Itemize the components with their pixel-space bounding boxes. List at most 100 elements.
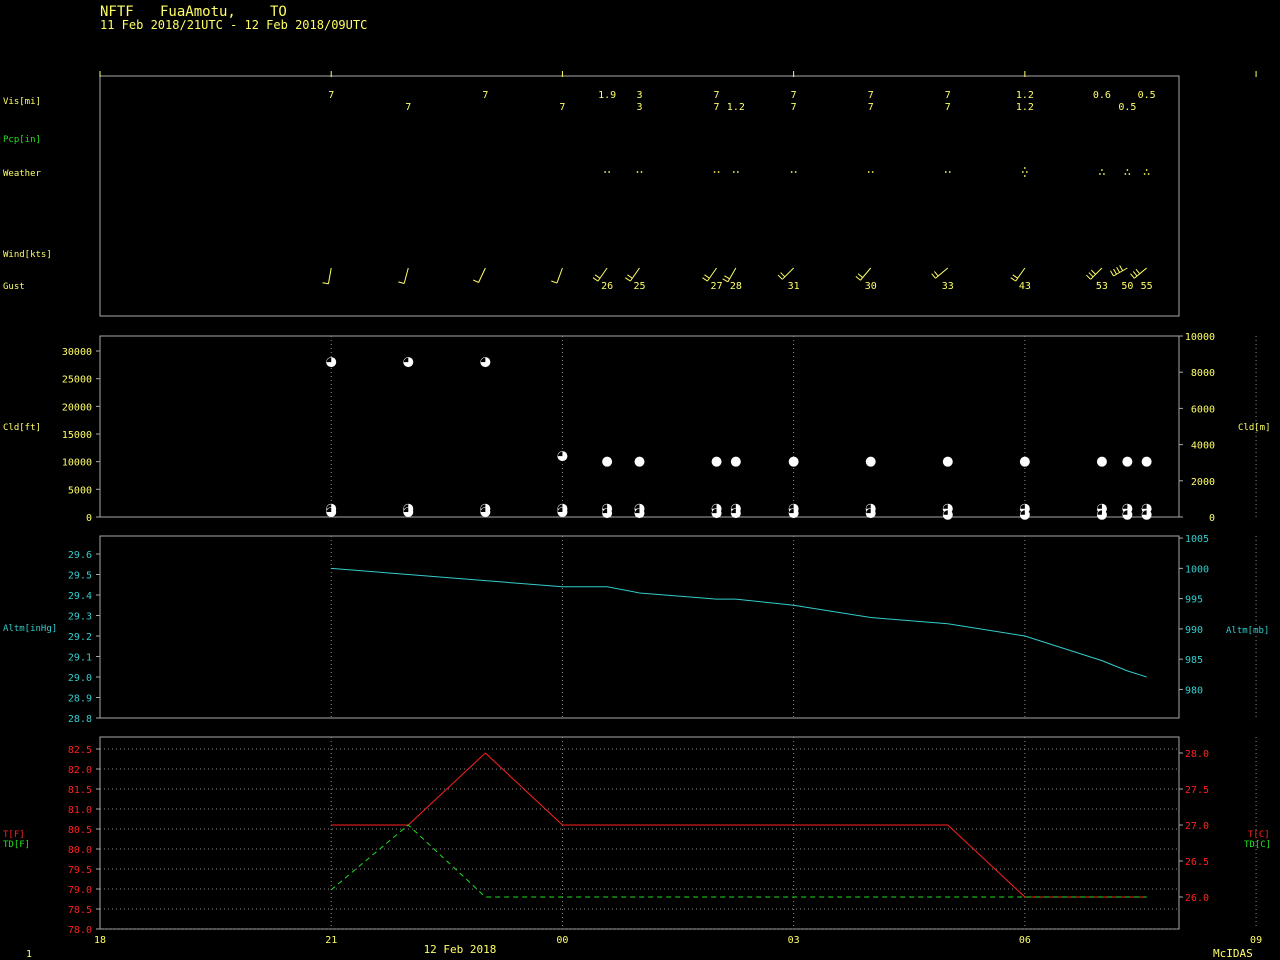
cloud-y2-tick-label: 0: [1209, 513, 1215, 524]
altm-ylabel-left: Altm[inHg]: [3, 624, 57, 634]
vis-top-value: 0.6: [1093, 90, 1111, 101]
temp-y2-tick-label: 27.0: [1185, 821, 1209, 832]
vis-top-value: 7: [714, 90, 720, 101]
wind-barb-flag: [777, 274, 783, 280]
cloud-symbol: [1141, 456, 1152, 467]
cloud-y2-tick-label: 6000: [1191, 404, 1215, 415]
rain-dot: [1021, 171, 1024, 173]
temp-y-tick-label: 81.5: [68, 785, 92, 796]
rain-dot: [736, 171, 739, 173]
temp-y2-tick-label: 28.0: [1185, 749, 1209, 760]
wind-barb-staff: [860, 267, 872, 281]
cloud-symbol: [788, 456, 799, 467]
rain-dot: [640, 171, 643, 173]
temp-y-tick-label: 78.5: [68, 905, 92, 916]
gust-value: 27: [711, 281, 723, 292]
wind-barb-flag: [855, 276, 861, 281]
temp-y-tick-label: 82.5: [68, 745, 92, 756]
wind-barb-staff: [556, 267, 563, 284]
gust-value: 55: [1141, 281, 1153, 292]
x-tick-label: 18: [94, 935, 106, 946]
cloud-symbol: [1096, 456, 1107, 467]
wind-barb-flag: [1119, 265, 1124, 271]
cloud-y2-tick-label: 4000: [1191, 441, 1215, 452]
cloud-cover-wedge: [712, 504, 717, 509]
x-tick-label: 21: [325, 935, 337, 946]
wind-barb-flag: [551, 280, 558, 284]
vis-bottom-value: 1.2: [727, 102, 745, 113]
rain-dot: [871, 171, 874, 173]
rain-dot: [794, 171, 797, 173]
cloud-y2-tick-label: 2000: [1191, 477, 1215, 488]
wind-barb-flag: [1088, 272, 1094, 278]
cloud-cover-wedge: [1020, 504, 1025, 509]
rain-dot: [1023, 175, 1026, 177]
vis-bottom-value: 1.2: [1016, 102, 1034, 113]
x-tick-label: 09: [1250, 935, 1262, 946]
wind-barb-flag: [625, 277, 631, 282]
wind-barb-flag: [780, 272, 786, 278]
rain-dot: [1025, 171, 1028, 173]
wind-barb-flag: [722, 278, 729, 283]
altm-y2-tick-label: 1000: [1185, 564, 1209, 575]
vis-bottom-value: 0.5: [1118, 102, 1136, 113]
cloud-symbol: [602, 456, 613, 467]
rain-dot: [1143, 173, 1146, 175]
vis-top-value: 7: [328, 90, 334, 101]
vis-bottom-value: 7: [559, 102, 565, 113]
altm-y2-tick-label: 985: [1185, 655, 1203, 666]
altm-y-tick-label: 29.5: [68, 571, 92, 582]
rain-dot: [608, 171, 611, 173]
cloud-y-tick-label: 30000: [62, 347, 92, 358]
temp-ylabel: T[F]: [3, 830, 25, 840]
wind-barb-flag: [933, 271, 939, 277]
cloud-symbol: [1122, 456, 1133, 467]
vis-top-value: 0.5: [1138, 90, 1156, 101]
rain-dot: [604, 171, 607, 173]
dewpoint-ylabel: TD[F]: [3, 840, 30, 850]
cloud-y-tick-label: 25000: [62, 375, 92, 386]
vis-bottom-value: 3: [636, 102, 642, 113]
wind-barb-flag: [1012, 274, 1018, 279]
temp-y-tick-label: 78.0: [68, 925, 92, 936]
altm-y-tick-label: 29.2: [68, 632, 92, 643]
cloud-y2-tick-label: 8000: [1191, 368, 1215, 379]
wind-barb-staff: [781, 267, 794, 280]
rain-dot: [1124, 173, 1127, 175]
rain-dot: [1103, 173, 1105, 175]
cloud-ylabel-left: Cld[ft]: [3, 423, 41, 433]
dewpoint-c-ylabel: TD[C]: [1244, 840, 1271, 850]
altm-y-tick-label: 28.9: [68, 694, 92, 705]
rain-dot: [1128, 173, 1131, 175]
wind-barb-flag: [398, 281, 405, 284]
temp-y2-tick-label: 26.5: [1185, 857, 1209, 868]
cloud-cover-wedge: [943, 504, 948, 509]
altm-y-tick-label: 29.0: [68, 673, 92, 684]
cloud-symbol: [1019, 456, 1030, 467]
cloud-symbol: [634, 456, 645, 467]
altm-y2-tick-label: 980: [1185, 685, 1203, 696]
wind-barb-flag: [1010, 277, 1016, 282]
rain-dot: [790, 171, 793, 173]
altm-y-tick-label: 29.3: [68, 612, 92, 623]
wind-barb-flag: [1113, 268, 1117, 275]
temp-y-tick-label: 81.0: [68, 805, 92, 816]
cloud-cover-wedge: [866, 504, 871, 509]
vis-bottom-value: 7: [714, 102, 720, 113]
rain-dot: [867, 171, 870, 173]
wind-barb-staff: [706, 267, 717, 282]
cloud-cover-wedge: [1142, 504, 1147, 509]
mcidas-label: McIDAS: [1213, 947, 1253, 960]
vis-top-value: 3: [636, 90, 642, 101]
temp-c-ylabel: T[C]: [1248, 830, 1270, 840]
cloud-symbol: [865, 456, 876, 467]
date-label: 12 Feb 2018: [424, 943, 497, 956]
vis-top-value: 7: [791, 90, 797, 101]
wind-barb-flag: [627, 274, 633, 279]
rain-dot: [1101, 169, 1103, 171]
x-tick-label: 03: [788, 935, 800, 946]
vis-row-label: Vis[mi]: [3, 97, 41, 107]
rain-dot: [717, 171, 720, 173]
cloud-y-tick-label: 20000: [62, 402, 92, 413]
wind-row-label: Wind[kts]: [3, 250, 52, 260]
